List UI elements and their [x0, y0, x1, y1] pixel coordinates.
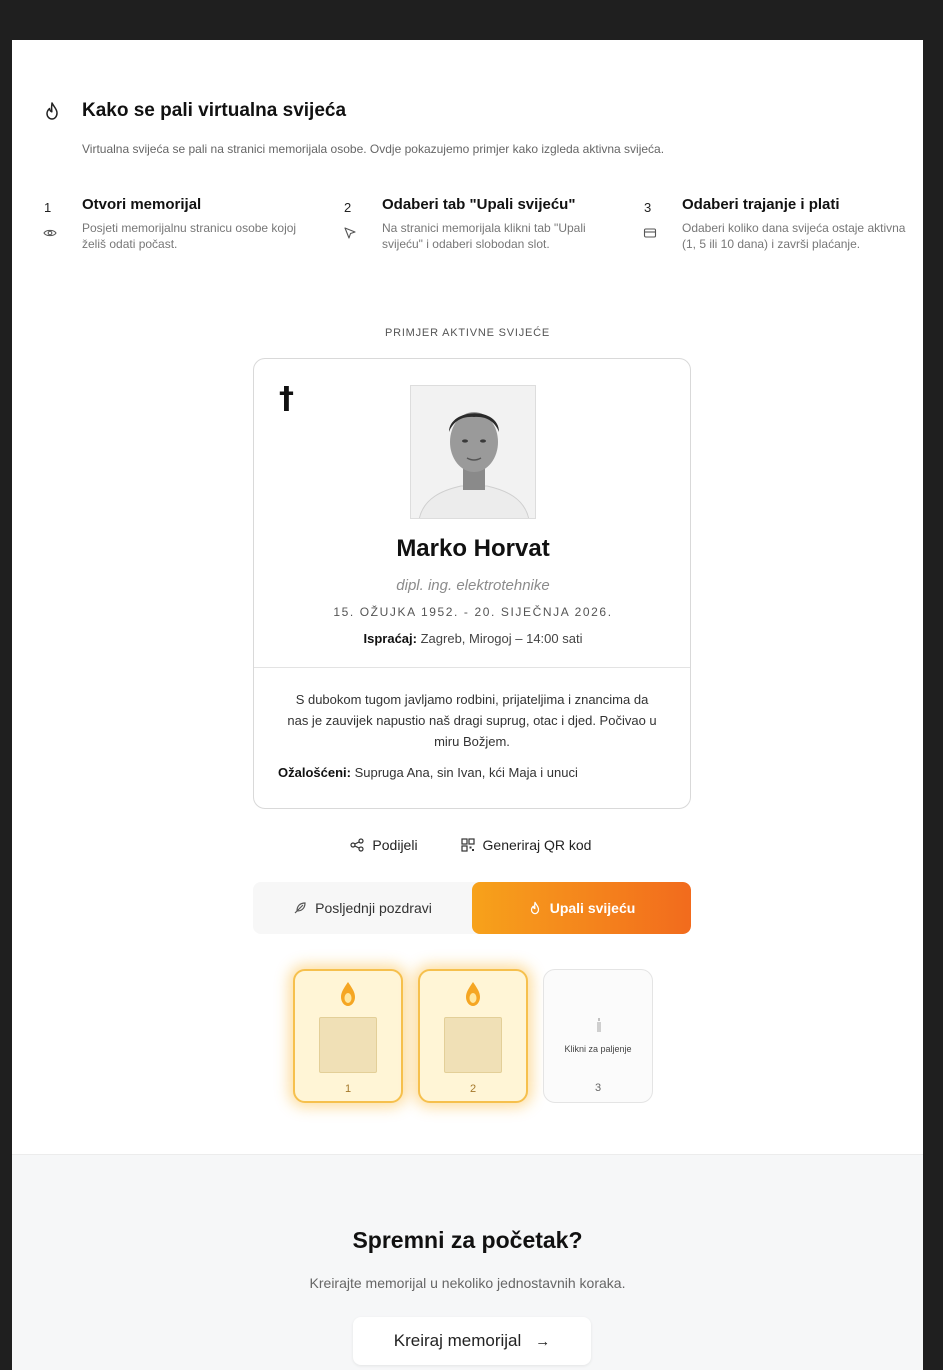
feather-icon — [294, 902, 306, 914]
deceased-title: dipl. ing. elektrotehnike — [396, 577, 550, 594]
share-icon — [350, 838, 365, 852]
create-memorial-label: Kreiraj memorijal — [393, 1331, 522, 1350]
memorial-tabs: Posljednji pozdravi Upali svijeću — [253, 882, 691, 934]
section-header: Kako se pali virtualna svijeća — [42, 100, 346, 122]
card-divider — [254, 667, 690, 668]
candle-slot-3[interactable]: Klikni za paljenje 3 — [543, 969, 653, 1103]
step-number: 3 — [644, 200, 652, 215]
candle-body — [444, 1017, 502, 1073]
share-button[interactable]: Podijeli — [338, 826, 430, 864]
cta-title: Spremni za početak? — [352, 1227, 583, 1253]
arrow-right-icon: → — [535, 1332, 551, 1350]
section-title: Kako se pali virtualna svijeća — [82, 100, 347, 121]
funeral-label: Ispraćaj: — [363, 631, 417, 646]
eye-icon — [43, 229, 57, 237]
flame-icon — [530, 901, 539, 915]
slot-number: 1 — [344, 1083, 352, 1095]
step-title: Odaberi trajanje i plati — [682, 196, 840, 213]
memorial-card: † Marko Horvat dipl. ing. elektrotehnike… — [253, 358, 691, 809]
step-title: Odaberi tab "Upali svijeću" — [382, 196, 576, 213]
candle-slot-2[interactable]: 2 — [418, 969, 528, 1103]
slot-hint: Klikni za paljenje — [564, 1044, 632, 1054]
candle-flame-icon — [341, 982, 355, 1006]
slot-number: 2 — [469, 1083, 477, 1095]
create-memorial-button[interactable]: Kreiraj memorijal → — [353, 1317, 591, 1365]
candle-slot-1[interactable]: 1 — [293, 969, 403, 1103]
funeral-info: Ispraćaj: Zagreb, Mirogoj – 14:00 sati — [254, 631, 692, 646]
funeral-value: Zagreb, Mirogoj – 14:00 sati — [420, 631, 583, 646]
candle-flame-icon — [466, 982, 480, 1006]
cta-section: Spremni za početak? Kreirajte memorijal … — [12, 1154, 923, 1370]
step-description: Odaberi koliko dana svijeća ostaje aktiv… — [682, 221, 906, 251]
cross-icon: † — [279, 381, 294, 416]
candle-body — [319, 1017, 377, 1073]
mourners-label: Ožalošćeni: — [278, 765, 351, 780]
life-dates: 15. OŽUJKA 1952. - 20. SIJEČNJA 2026. — [333, 605, 613, 619]
step-title: Otvori memorijal — [82, 196, 202, 213]
cursor-icon — [344, 227, 356, 239]
share-label: Podijeli — [372, 837, 418, 853]
step-description: Na stranici memorijala klikni tab "Upali… — [382, 221, 586, 251]
step-description: Posjeti memorijalnu stranicu osobe kojoj… — [82, 221, 297, 251]
unlit-candle-icon — [597, 1018, 601, 1032]
cta-subtitle: Kreirajte memorijal u nekoliko jednostav… — [309, 1275, 626, 1291]
example-label: PRIMJER AKTIVNE SVIJEĆE — [384, 327, 551, 339]
step-number: 2 — [344, 200, 352, 215]
mourners-value: Supruga Ana, sin Ivan, kći Maja i unuci — [354, 765, 578, 780]
deceased-name: Marko Horvat — [396, 535, 550, 562]
section-subtitle: Virtualna svijeća se pali na stranici me… — [82, 142, 665, 156]
memorial-message: S dubokom tugom javljamo rodbini, prijat… — [287, 692, 657, 749]
page: Kako se pali virtualna svijeća Virtualna… — [12, 40, 923, 1370]
tab-light-candle[interactable]: Upali svijeću — [472, 882, 691, 934]
qr-code-label: Generiraj QR kod — [482, 837, 592, 853]
tab-light-candle-label: Upali svijeću — [549, 900, 636, 916]
portrait-photo — [410, 385, 536, 519]
flame-icon — [46, 102, 58, 120]
step-number: 1 — [44, 200, 52, 215]
card-icon — [643, 228, 657, 238]
slot-number: 3 — [594, 1082, 602, 1094]
qr-code-icon — [460, 838, 475, 852]
tab-last-greetings-label: Posljednji pozdravi — [315, 900, 432, 916]
qr-code-button[interactable]: Generiraj QR kod — [444, 826, 608, 864]
mourners: Ožalošćeni: Supruga Ana, sin Ivan, kći M… — [278, 765, 578, 780]
tab-last-greetings[interactable]: Posljednji pozdravi — [253, 882, 472, 934]
person-portrait-icon — [411, 386, 535, 518]
